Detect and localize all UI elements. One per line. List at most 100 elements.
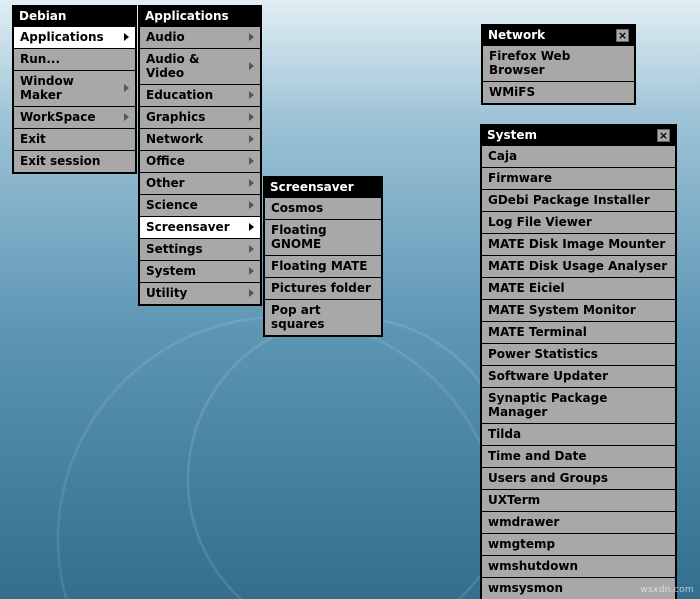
- menu-item-label: Run...: [20, 52, 60, 66]
- close-icon[interactable]: ×: [616, 29, 629, 42]
- menu-item-label: Caja: [488, 149, 517, 163]
- menu-item-label: WorkSpace: [20, 110, 96, 124]
- menu-item-label: Cosmos: [271, 201, 323, 215]
- menu-item-label: Pop art squares: [271, 303, 375, 331]
- submenu-arrow-icon: [249, 135, 254, 143]
- menu-applications-title[interactable]: Applications: [139, 6, 261, 27]
- menu-item-applications-7[interactable]: Science: [139, 194, 261, 217]
- menu-item-system-4[interactable]: MATE Disk Image Mounter: [481, 233, 676, 256]
- menu-item-label: wmdrawer: [488, 515, 559, 529]
- menu-item-label: Exit: [20, 132, 46, 146]
- menu-item-screensaver-1[interactable]: Floating GNOME: [264, 219, 382, 256]
- menu-item-system-8[interactable]: MATE Terminal: [481, 321, 676, 344]
- menu-applications[interactable]: Applications AudioAudio & VideoEducation…: [138, 5, 262, 306]
- menu-item-applications-6[interactable]: Other: [139, 172, 261, 195]
- menu-item-label: wmshutdown: [488, 559, 578, 573]
- menu-item-label: MATE Disk Usage Analyser: [488, 259, 667, 273]
- menu-item-screensaver-2[interactable]: Floating MATE: [264, 255, 382, 278]
- submenu-arrow-icon: [249, 91, 254, 99]
- menu-item-label: Network: [146, 132, 203, 146]
- menu-item-applications-1[interactable]: Audio & Video: [139, 48, 261, 85]
- menu-item-system-6[interactable]: MATE Eiciel: [481, 277, 676, 300]
- menu-item-label: Applications: [20, 30, 104, 44]
- menu-item-applications-2[interactable]: Education: [139, 84, 261, 107]
- menu-item-label: WMiFS: [489, 85, 535, 99]
- menu-item-system-7[interactable]: MATE System Monitor: [481, 299, 676, 322]
- menu-item-label: Floating MATE: [271, 259, 368, 273]
- menu-title-label: Debian: [19, 9, 66, 23]
- menu-item-debian-3[interactable]: WorkSpace: [13, 106, 136, 129]
- menu-item-applications-3[interactable]: Graphics: [139, 106, 261, 129]
- menu-item-system-9[interactable]: Power Statistics: [481, 343, 676, 366]
- menu-item-system-1[interactable]: Firmware: [481, 167, 676, 190]
- menu-item-system-2[interactable]: GDebi Package Installer: [481, 189, 676, 212]
- menu-item-label: Firefox Web Browser: [489, 49, 628, 77]
- menu-item-system-3[interactable]: Log File Viewer: [481, 211, 676, 234]
- menu-item-applications-8[interactable]: Screensaver: [139, 216, 261, 239]
- menu-debian[interactable]: Debian Applications Run... Window Maker Wor…: [12, 5, 137, 174]
- menu-item-label: Users and Groups: [488, 471, 608, 485]
- menu-title-label: System: [487, 128, 537, 142]
- menu-item-network-1[interactable]: WMiFS: [482, 81, 635, 104]
- menu-item-label: Window Maker: [20, 74, 116, 102]
- menu-item-system-14[interactable]: Users and Groups: [481, 467, 676, 490]
- menu-item-system-13[interactable]: Time and Date: [481, 445, 676, 468]
- menu-item-screensaver-3[interactable]: Pictures folder: [264, 277, 382, 300]
- menu-item-system-17[interactable]: wmgtemp: [481, 533, 676, 556]
- submenu-arrow-icon: [124, 113, 129, 121]
- menu-item-label: Synaptic Package Manager: [488, 391, 669, 419]
- menu-screensaver-title[interactable]: Screensaver: [264, 177, 382, 198]
- menu-item-label: Other: [146, 176, 185, 190]
- menu-item-label: Software Updater: [488, 369, 608, 383]
- submenu-arrow-icon: [249, 245, 254, 253]
- menu-item-debian-5[interactable]: Exit session: [13, 150, 136, 173]
- menu-item-label: Graphics: [146, 110, 205, 124]
- submenu-arrow-icon: [249, 179, 254, 187]
- menu-item-system-18[interactable]: wmshutdown: [481, 555, 676, 578]
- menu-title-label: Screensaver: [270, 180, 354, 194]
- submenu-arrow-icon: [249, 113, 254, 121]
- menu-item-label: MATE Terminal: [488, 325, 587, 339]
- menu-item-label: Firmware: [488, 171, 552, 185]
- menu-item-system-12[interactable]: Tilda: [481, 423, 676, 446]
- menu-item-label: wmsysmon: [488, 581, 563, 595]
- menu-item-system-5[interactable]: MATE Disk Usage Analyser: [481, 255, 676, 278]
- menu-system[interactable]: System × Caja Firmware GDebi Package Insta…: [480, 124, 677, 599]
- menu-item-label: Science: [146, 198, 198, 212]
- menu-item-debian-0[interactable]: Applications: [13, 26, 136, 49]
- menu-item-label: Floating GNOME: [271, 223, 375, 251]
- menu-debian-title[interactable]: Debian: [13, 6, 136, 27]
- menu-network[interactable]: Network × Firefox Web Browser WMiFS: [481, 24, 636, 105]
- menu-item-applications-0[interactable]: Audio: [139, 26, 261, 49]
- menu-network-title[interactable]: Network ×: [482, 25, 635, 46]
- menu-screensaver[interactable]: Screensaver Cosmos Floating GNOME Floating…: [263, 176, 383, 337]
- menu-title-label: Network: [488, 28, 545, 42]
- submenu-arrow-icon: [249, 267, 254, 275]
- menu-item-label: GDebi Package Installer: [488, 193, 650, 207]
- menu-item-system-16[interactable]: wmdrawer: [481, 511, 676, 534]
- menu-item-applications-4[interactable]: Network: [139, 128, 261, 151]
- menu-item-system-11[interactable]: Synaptic Package Manager: [481, 387, 676, 424]
- menu-item-applications-11[interactable]: Utility: [139, 282, 261, 305]
- menu-item-applications-5[interactable]: Office: [139, 150, 261, 173]
- submenu-arrow-icon: [249, 33, 254, 41]
- menu-item-system-15[interactable]: UXTerm: [481, 489, 676, 512]
- menu-item-label: wmgtemp: [488, 537, 555, 551]
- menu-item-label: MATE System Monitor: [488, 303, 636, 317]
- menu-item-network-0[interactable]: Firefox Web Browser: [482, 45, 635, 82]
- menu-item-label: Exit session: [20, 154, 100, 168]
- menu-item-system-0[interactable]: Caja: [481, 145, 676, 168]
- menu-item-system-10[interactable]: Software Updater: [481, 365, 676, 388]
- menu-item-debian-1[interactable]: Run...: [13, 48, 136, 71]
- close-icon[interactable]: ×: [657, 129, 670, 142]
- submenu-arrow-icon: [249, 62, 254, 70]
- menu-item-debian-4[interactable]: Exit: [13, 128, 136, 151]
- menu-item-applications-10[interactable]: System: [139, 260, 261, 283]
- submenu-arrow-icon: [124, 84, 129, 92]
- submenu-arrow-icon: [124, 33, 129, 41]
- menu-item-applications-9[interactable]: Settings: [139, 238, 261, 261]
- menu-system-title[interactable]: System ×: [481, 125, 676, 146]
- menu-item-screensaver-0[interactable]: Cosmos: [264, 197, 382, 220]
- menu-item-debian-2[interactable]: Window Maker: [13, 70, 136, 107]
- menu-item-screensaver-4[interactable]: Pop art squares: [264, 299, 382, 336]
